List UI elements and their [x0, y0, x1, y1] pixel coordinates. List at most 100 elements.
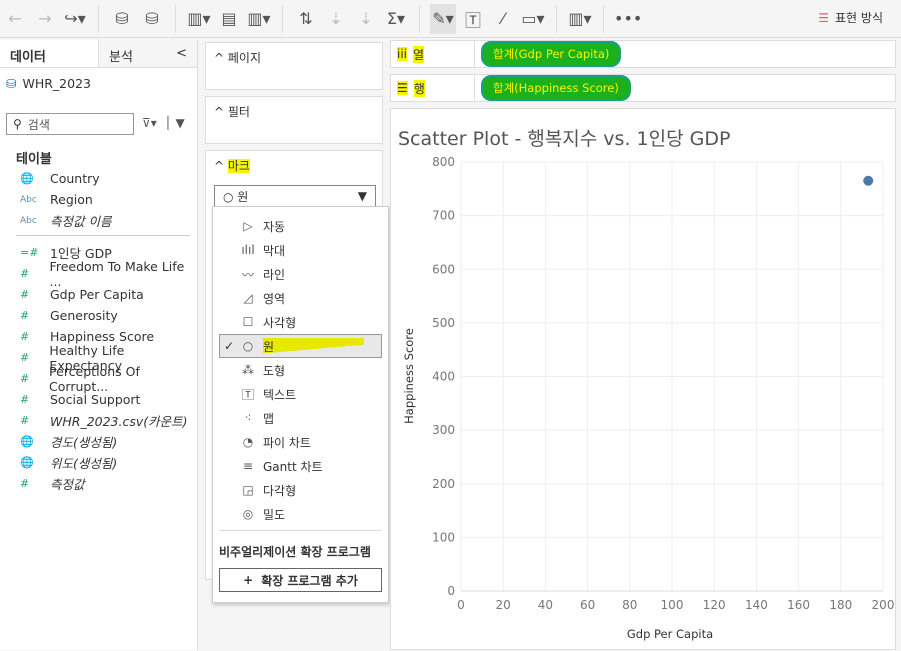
- toolbar-divider: [282, 4, 283, 33]
- abc-icon: Abc: [20, 215, 37, 226]
- mark-type-menu: ▷ 자동 ılıl 막대 〰 라인 ◿ 영역 ☐ 사각형 ✓ ○ 원 ⁂ 도형 🅃 텍스트 ⁖ 맵 ◔ 파이 차트 ≡ Ga…: [212, 206, 389, 603]
- y-tick-label: 100: [432, 530, 455, 544]
- toolbar-divider: [603, 4, 604, 33]
- mark-type-label: Gantt 차트: [263, 459, 323, 474]
- field-item[interactable]: 🌐 Country: [0, 168, 198, 189]
- field-label: Freedom To Make Life ...: [49, 258, 185, 289]
- show-me-button[interactable]: ☰ 표현 방식: [818, 9, 883, 26]
- columns-icon: iii: [397, 47, 408, 61]
- field-item[interactable]: Abc 측정값 이름: [0, 210, 198, 231]
- toolbar-divider: [175, 4, 176, 33]
- search-input[interactable]: ⚲ 검색: [6, 113, 134, 135]
- collapse-icon[interactable]: <: [176, 46, 187, 61]
- rows-pill[interactable]: 합계(Happiness Score): [481, 75, 631, 101]
- field-item[interactable]: 🌐 위도(생성됨): [0, 452, 198, 473]
- measure-icon: #: [20, 414, 30, 427]
- field-label: WHR_2023.csv(카운트): [50, 414, 188, 429]
- mark-type-label: 영역: [263, 291, 286, 306]
- toolbar-divider: [419, 4, 420, 33]
- globe-icon: 🌐: [20, 172, 34, 185]
- chart-view: Scatter Plot - 행복지수 vs. 1인당 GDP 0 20 40 60 8…: [390, 108, 896, 650]
- mark-type-option[interactable]: ◔ 파이 차트: [213, 430, 388, 454]
- x-tick-label: 40: [538, 598, 553, 612]
- mark-type-option[interactable]: ◎ 밀도: [213, 502, 388, 526]
- calc-measure-icon: =#: [20, 246, 39, 259]
- clear-sheet-icon[interactable]: ▥▾: [246, 4, 272, 34]
- columns-pill[interactable]: 합계(Gdp Per Capita): [481, 41, 622, 67]
- highlight-icon[interactable]: ✎▾: [430, 3, 456, 34]
- field-list: 🌐 Country Abc Region Abc 측정값 이름 =# 1인당 GDP # Free…: [0, 168, 198, 494]
- mark-type-option[interactable]: ◲ 다각형: [213, 478, 388, 502]
- mark-type-option[interactable]: 〰 라인: [213, 262, 388, 286]
- forward-icon[interactable]: →: [32, 4, 58, 34]
- columns-shelf-label: iii 열: [391, 41, 475, 67]
- field-item[interactable]: # WHR_2023.csv(카운트): [0, 410, 198, 431]
- mark-type-label: 사각형: [263, 315, 297, 330]
- label-icon[interactable]: 🅃: [460, 4, 486, 34]
- sort-asc-icon[interactable]: ⇣: [323, 4, 349, 34]
- y-tick-label: 700: [432, 209, 455, 223]
- menu-divider: [219, 530, 382, 531]
- annotate-icon[interactable]: ⁄: [490, 4, 516, 34]
- new-worksheet-icon[interactable]: ▥▾: [186, 4, 212, 34]
- columns-shelf[interactable]: iii 열 합계(Gdp Per Capita): [390, 40, 896, 68]
- mark-type-option[interactable]: ▷ 자동: [213, 214, 388, 238]
- x-tick-label: 100: [661, 598, 684, 612]
- back-icon[interactable]: ←: [2, 4, 28, 34]
- x-tick-label: 120: [703, 598, 726, 612]
- add-extension-button[interactable]: + 확장 프로그램 추가: [219, 568, 382, 592]
- mark-type-options: ▷ 자동 ılıl 막대 〰 라인 ◿ 영역 ☐ 사각형 ✓ ○ 원 ⁂ 도형 🅃 텍스트 ⁖ 맵 ◔ 파이 차트 ≡ Ga…: [213, 207, 388, 526]
- divider: [16, 235, 190, 236]
- mark-type-label: 막대: [263, 243, 286, 258]
- tab-data[interactable]: 데이터: [0, 40, 98, 67]
- pages-card: ^ 페이지: [205, 42, 383, 90]
- mark-type-option[interactable]: 🅃 텍스트: [213, 382, 388, 406]
- abc-icon: Abc: [20, 194, 37, 205]
- duplicate-sheet-icon[interactable]: ▤: [216, 4, 242, 34]
- mark-type-option[interactable]: ⁂ 도형: [213, 358, 388, 382]
- pages-card-header[interactable]: ^ 페이지: [206, 43, 382, 72]
- rows-shelf[interactable]: ☰ 행 합계(Happiness Score): [390, 74, 896, 102]
- field-item[interactable]: # Generosity: [0, 305, 198, 326]
- sort-desc-icon[interactable]: ⇣: [353, 4, 379, 34]
- globe-icon: 🌐: [20, 435, 34, 448]
- mark-type-dropdown[interactable]: ○ 원 ▼: [214, 185, 376, 207]
- sum-icon[interactable]: Σ▾: [383, 4, 409, 34]
- fit-icon[interactable]: ▭▾: [520, 4, 546, 34]
- mark-type-option[interactable]: ≡ Gantt 차트: [213, 454, 388, 478]
- section-heading: 테이블: [16, 152, 52, 167]
- more-icon[interactable]: •••: [614, 4, 642, 34]
- field-item[interactable]: Abc Region: [0, 189, 198, 210]
- swap-icon[interactable]: ⇅: [293, 4, 319, 34]
- field-item[interactable]: # 측정값: [0, 473, 198, 494]
- pause-updates-icon[interactable]: ⛁: [139, 4, 165, 34]
- chevron-down-icon: ▼: [357, 189, 367, 203]
- mark-type-option[interactable]: ☐ 사각형: [213, 310, 388, 334]
- field-item[interactable]: 🌐 경도(생성됨): [0, 431, 198, 452]
- field-item[interactable]: # Perceptions Of Corrupt...: [0, 364, 198, 394]
- datasource-item[interactable]: ⛁ WHR_2023: [0, 68, 197, 99]
- mark-type-icon: 🅃: [241, 387, 254, 402]
- mark-type-option[interactable]: ⁖ 맵: [213, 406, 388, 430]
- filter-fields-button[interactable]: ⊽▾ │ ▼: [142, 116, 185, 130]
- tab-analysis[interactable]: 분석 <: [98, 40, 197, 67]
- mark-type-icon: ◎: [242, 507, 254, 521]
- show-cards-icon[interactable]: ▥▾: [567, 4, 593, 34]
- x-tick-label: 160: [787, 598, 810, 612]
- filters-card-header[interactable]: ^ 필터: [206, 97, 382, 126]
- marks-card-header[interactable]: ^ 마크: [206, 151, 382, 180]
- redo-icon[interactable]: ↪▾: [62, 4, 88, 34]
- mark-type-label: 밀도: [263, 507, 286, 522]
- x-tick-label: 0: [457, 598, 465, 612]
- mark-type-option[interactable]: ✓ ○ 원: [219, 334, 382, 358]
- field-item[interactable]: # Freedom To Make Life ...: [0, 259, 198, 289]
- field-label: Social Support: [50, 392, 141, 407]
- mark-type-option[interactable]: ◿ 영역: [213, 286, 388, 310]
- field-label: Perceptions Of Corrupt...: [49, 363, 140, 394]
- mark-type-option[interactable]: ılıl 막대: [213, 238, 388, 262]
- field-label: 경도(생성됨): [50, 435, 118, 450]
- y-tick-label: 800: [432, 155, 455, 169]
- toolbar-divider: [556, 4, 557, 33]
- new-datasource-icon[interactable]: ⛁: [109, 4, 135, 34]
- mark-type-label: 도형: [263, 363, 286, 378]
